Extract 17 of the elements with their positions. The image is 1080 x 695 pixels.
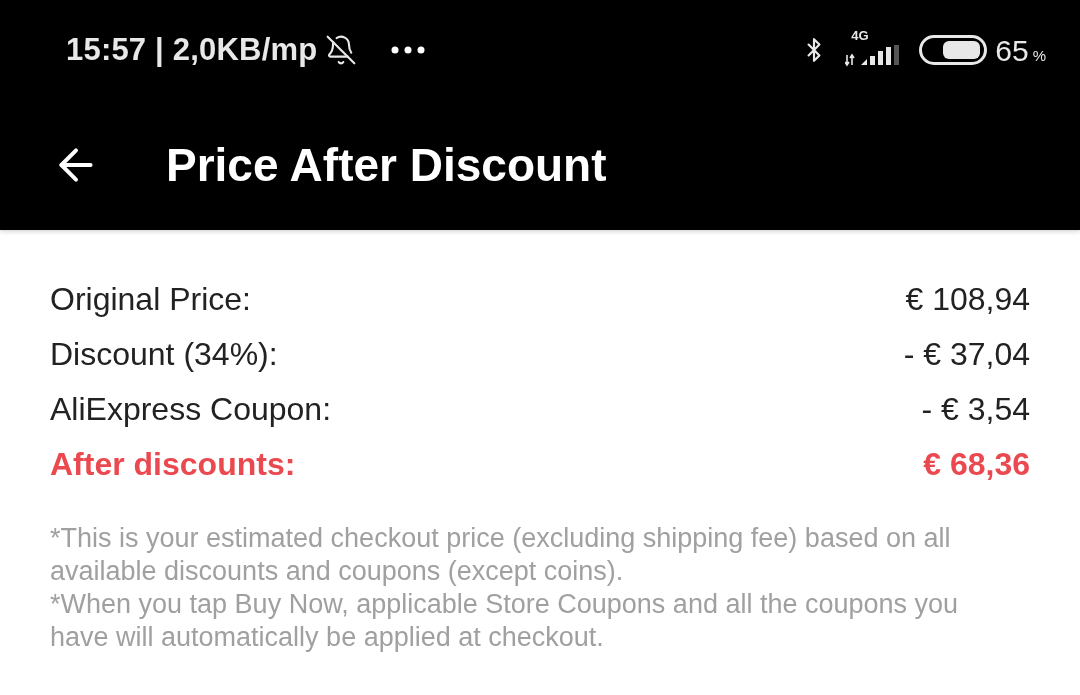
page-title: Price After Discount xyxy=(166,137,607,193)
price-label: Original Price: xyxy=(50,279,251,319)
more-dots-icon xyxy=(391,46,426,54)
footnote-text: *This is your estimated checkout price (excluding shipping fee) based on all available discounts and coupons (except coins). xyxy=(50,522,952,588)
price-label: AliExpress Coupon: xyxy=(50,389,332,429)
price-amount: - € 37,04 xyxy=(903,334,1030,374)
price-amount: € 68,36 xyxy=(923,444,1030,484)
price-label: Discount (34%): xyxy=(50,334,278,374)
battery-icon xyxy=(919,35,988,65)
footnote-text: *When you tap Buy Now, applicable Store Coupons and all the coupons you have will automatically be applied at checkout. xyxy=(50,588,960,654)
price-amount: € 108,94 xyxy=(905,279,1030,319)
price-amount: - € 3,54 xyxy=(921,389,1030,429)
network-type: 4G xyxy=(851,29,869,43)
status-time: 15:57 | 2,0KB/mp xyxy=(66,30,318,69)
price-label: After discounts: xyxy=(50,444,296,484)
bell-off-icon xyxy=(325,34,358,66)
battery-percent: 65% xyxy=(995,32,1046,69)
